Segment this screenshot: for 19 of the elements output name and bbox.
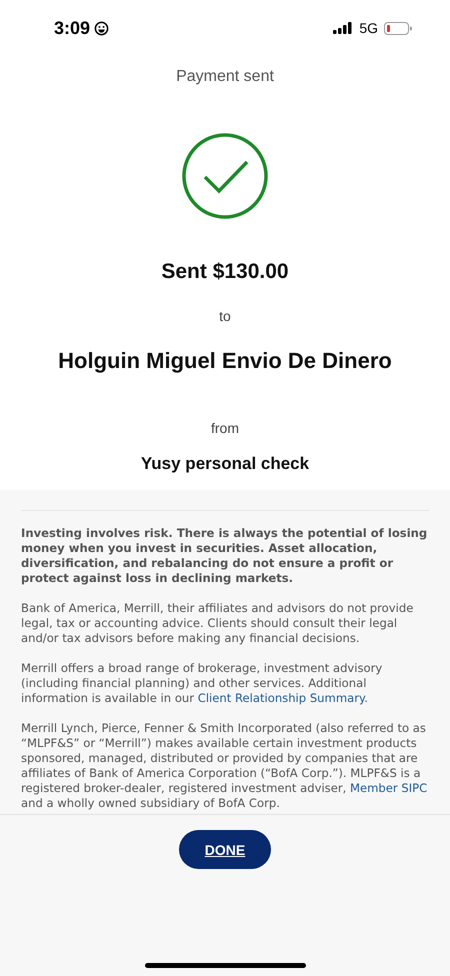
- signal-icon: [333, 22, 354, 34]
- network-label: 5G: [359, 20, 378, 36]
- disclosure-paragraph: Investing involves risk. There is always the potential of losing money when you invest in securities. Asset allocation, diversification, and rebalancing do not ensure a profit or protect against loss in declining markets.: [21, 526, 428, 586]
- done-button[interactable]: DONE: [179, 830, 271, 869]
- to-label: to: [219, 308, 231, 324]
- disclosure-paragraph: Merrill Lynch, Pierce, Fenner & Smith Incorporated (also referred to as “MLPF&S” or “Merrill”) makes available certain investment products sponsored, managed, distributed or provided by companies that are affiliates of Bank of America Corporation (“BofA Corp.”). MLPF&S is a registered broker-dealer, registered investment adviser, Member SIPC and a wholly owned subsidiary of BofA Corp.: [21, 721, 428, 811]
- battery-icon: [384, 22, 412, 34]
- status-time: 3:09: [54, 18, 90, 38]
- amount-text: Sent $130.00: [161, 260, 289, 284]
- recipient-name: Holguin Miguel Envio De Dinero: [58, 348, 392, 374]
- disclosure-link[interactable]: Member SIPC: [350, 781, 428, 795]
- disclosure-link[interactable]: Client Relationship Summary: [198, 691, 364, 705]
- checkmark-circle-icon: [181, 132, 269, 220]
- disclosure-paragraph: Merrill offers a broad range of brokerage, investment advisory (including financial planning) and other services. Additional information is available in our Client Relationship Summary.: [21, 661, 384, 706]
- page-title: Payment sent: [175, 68, 275, 86]
- smiley-icon: [94, 20, 110, 36]
- from-label: from: [211, 420, 239, 436]
- disclosure-paragraph: Bank of America, Merrill, their affiliates and advisors do not provide legal, tax or accounting advice. Clients should consult their legal and/or tax advisors before making any financial decisions.: [21, 601, 414, 646]
- account-name: Yusy personal check: [140, 454, 310, 474]
